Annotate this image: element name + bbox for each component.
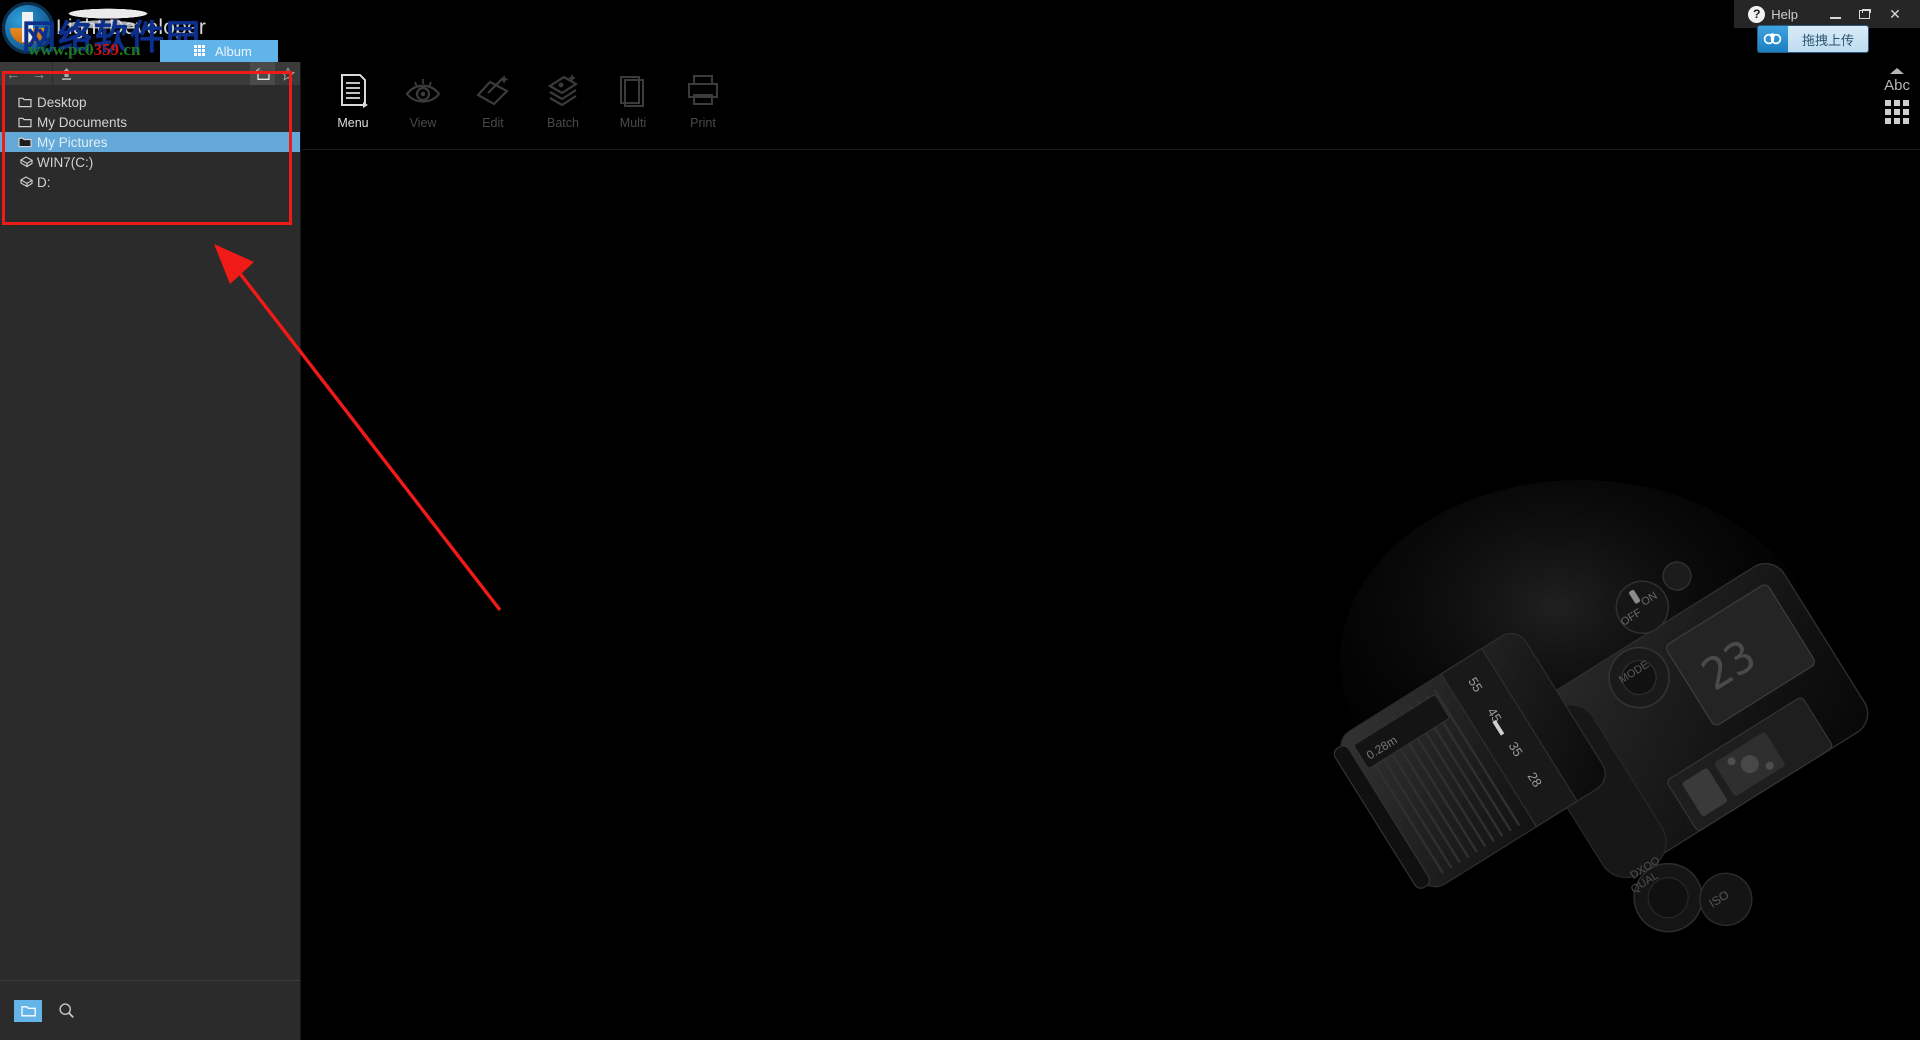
magic-wand-edit-icon [474,70,512,110]
tree-item-label: My Pictures [37,134,108,150]
close-button[interactable]: ✕ [1880,1,1910,27]
tree-item-label: WIN7(C:) [37,154,94,170]
folder-solid-icon [18,136,37,148]
toolbar-label: Edit [482,116,504,130]
watermark-url-suffix: .cn [119,40,141,59]
search-button[interactable] [54,1000,78,1022]
grid-icon [194,45,207,56]
watermark-url: www.pc0359.cn [28,40,140,60]
help-button[interactable]: ? Help [1748,5,1798,23]
help-label: Help [1771,6,1798,22]
folder-tree: Desktop My Documents My Pictures WIN7(C:… [0,85,300,192]
printer-icon [685,70,721,110]
chevron-up-icon[interactable] [1890,68,1905,74]
drive-icon [18,175,37,189]
help-icon: ? [1748,5,1766,23]
watermark-url-red: 359 [93,40,120,59]
application-window: Light Developer 网络软件园 www.pc0359.cn Albu… [0,0,1920,1040]
nav-up-button[interactable] [53,62,79,85]
toolbar-label: Batch [547,116,579,130]
close-icon: ✕ [1889,5,1901,22]
toolbar-label: Menu [337,116,369,130]
toolbar-right-controls: Abc [1884,68,1910,124]
restore-button[interactable] [1850,1,1880,27]
sidebar: ← → Desktop My Documents My Pictures WIN… [0,62,301,1040]
thumbnail-grid-icon[interactable] [1885,100,1910,124]
eye-icon [403,70,443,110]
stacked-layers-icon [544,70,582,110]
sidebar-footer [0,980,300,1040]
tab-album[interactable]: Album [160,40,278,62]
upload-button-label: 拖拽上传 [1787,26,1868,52]
tree-item-label: D: [37,174,51,190]
restore-icon [1859,9,1871,19]
tree-item-desktop[interactable]: Desktop [0,92,300,112]
tree-item-label: Desktop [37,94,87,110]
tree-item-label: My Documents [37,114,128,130]
toolbar-button-print[interactable]: Print [668,70,738,130]
tree-item-d-drive[interactable]: D: [0,172,300,192]
tree-item-win7-c[interactable]: WIN7(C:) [0,152,300,172]
sort-abc-label[interactable]: Abc [1884,77,1910,94]
toolbar-label: Multi [619,116,647,130]
main-panel: Menu View Edit Batch Multi Print Abc 23 … [302,62,1920,1040]
toolbar-button-view[interactable]: View [388,70,458,130]
nav-back-button[interactable]: ← [0,62,26,85]
nav-forward-button[interactable]: → [26,62,52,85]
toolbar-button-menu[interactable]: Menu [318,70,388,130]
toolbar-label: Print [690,116,716,130]
toolbar-label: View [409,116,437,130]
toolbar-button-edit[interactable]: Edit [458,70,528,130]
tree-item-my-documents[interactable]: My Documents [0,112,300,132]
minimize-button[interactable] [1820,1,1850,27]
watermark-url-prefix: www.pc0 [28,40,94,59]
new-folder-button[interactable] [250,62,275,85]
sidebar-navigation-bar: ← → [0,62,300,85]
folder-browse-button[interactable] [14,999,42,1022]
minimize-icon [1829,16,1841,19]
toolbar-button-multi[interactable]: Multi [598,70,668,130]
menu-document-icon [337,70,369,110]
drive-icon [18,155,37,169]
folder-outline-icon [18,116,37,128]
toolbar-items: Menu View Edit Batch Multi Print [302,62,1920,130]
toolbar-button-batch[interactable]: Batch [528,70,598,130]
cloud-upload-icon [1757,26,1788,52]
tree-item-my-pictures[interactable]: My Pictures [0,132,300,152]
folder-outline-icon [18,96,37,108]
favorites-button[interactable] [275,62,300,85]
window-controls-bar: ? Help ✕ [1734,0,1920,28]
tab-album-label: Album [215,43,252,59]
upload-button[interactable]: 拖拽上传 [1757,26,1868,52]
camera-photo: 23 MODE OFF ON QUAL DXOO ISO 55 45 35 28… [1330,480,1920,1040]
main-toolbar: Menu View Edit Batch Multi Print Abc [302,62,1920,150]
image-preview-area[interactable]: 23 MODE OFF ON QUAL DXOO ISO 55 45 35 28… [302,151,1920,1040]
multi-pages-icon [616,70,650,110]
title-bar: Light Developer 网络软件园 www.pc0359.cn Albu… [0,0,1920,62]
